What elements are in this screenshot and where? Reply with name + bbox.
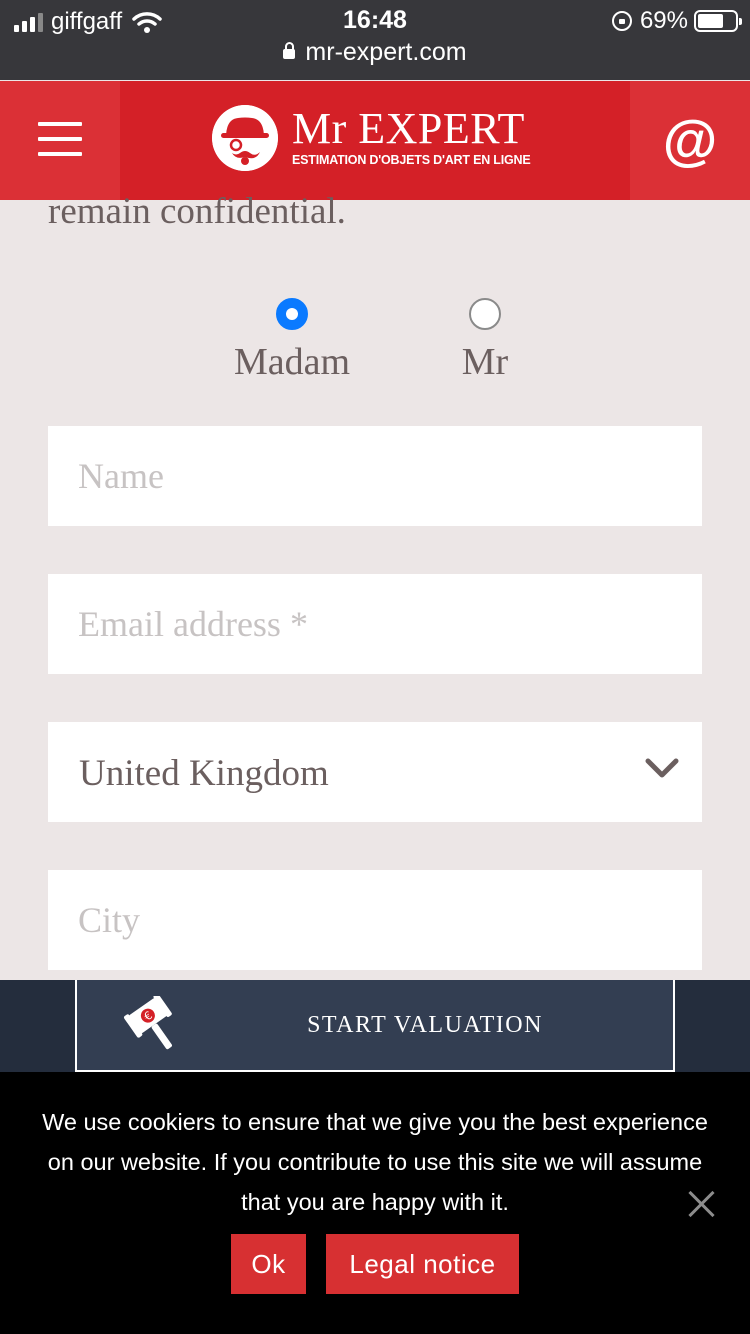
logo-title: Mr EXPERT [292,104,525,153]
radio-button-checked[interactable] [276,298,308,330]
name-field[interactable] [48,426,702,526]
intro-text: remain confidential. [48,191,346,232]
battery-percent: 69% [639,7,688,34]
logo-subtitle: ESTIMATION D'OBJETS D'ART EN LIGNE [292,153,531,167]
cookie-ok-button[interactable]: Ok [231,1234,306,1294]
radio-label-mr: Mr [461,341,509,383]
radio-button-unchecked[interactable] [469,298,501,330]
city-field[interactable] [48,870,702,970]
email-field[interactable] [48,574,702,674]
legal-notice-button[interactable]: Legal notice [326,1234,519,1294]
country-select-value: United Kingdom [79,753,329,794]
cookie-message: We use cookiers to ensure that we give y… [42,1109,708,1215]
city-input[interactable] [48,870,702,970]
name-input[interactable] [48,426,702,526]
battery-fill [698,14,723,28]
country-select[interactable]: United Kingdom [48,722,702,822]
padlock-icon [283,42,296,59]
menu-bar-icon [38,137,82,141]
radio-option-madam[interactable]: Madam [232,298,352,384]
valuation-bar: € START VALUATION [0,980,750,1072]
logo-text: Mr EXPERT ESTIMATION D'OBJETS D'ART EN L… [292,104,531,168]
url-text: mr-expert.com [305,38,467,66]
menu-bar-icon [38,152,82,156]
site-logo[interactable]: Mr EXPERT ESTIMATION D'OBJETS D'ART EN L… [212,105,531,171]
detective-logo-icon [212,105,278,171]
status-right: 69% [611,7,742,35]
radio-option-mr[interactable]: Mr [455,298,515,384]
cookie-banner: We use cookiers to ensure that we give y… [0,1072,750,1334]
start-valuation-button[interactable]: € START VALUATION [75,980,675,1072]
email-input[interactable] [48,574,702,674]
chevron-down-icon [645,758,679,778]
menu-bar-icon [38,122,82,126]
battery-icon [694,10,742,32]
radio-label-madam: Madam [233,341,351,383]
status-bar: giffgaff 16:48 69% mr-expert.com [0,0,750,80]
start-valuation-label: START VALUATION [307,1012,543,1038]
close-icon[interactable] [688,1190,716,1218]
contact-email-button[interactable]: @ [630,81,750,200]
rotation-lock-icon [611,11,632,31]
address-bar[interactable]: mr-expert.com [0,38,750,67]
hamburger-menu-button[interactable] [0,81,120,200]
site-header: Mr EXPERT ESTIMATION D'OBJETS D'ART EN L… [0,81,750,200]
